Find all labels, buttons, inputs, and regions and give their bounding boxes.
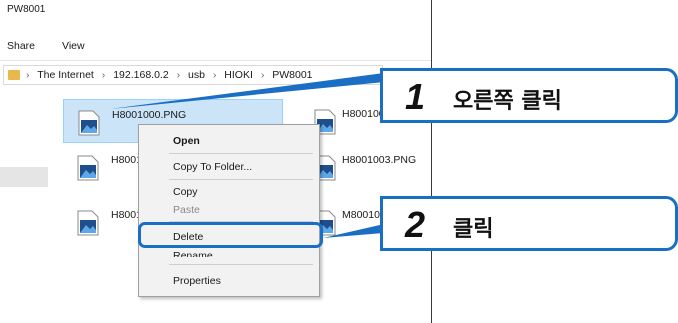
step-number: 1	[405, 76, 426, 117]
callout-step-2: 2 클릭	[380, 196, 678, 251]
callout-2-pointer	[323, 224, 384, 238]
step-label: 오른쪽 클릭	[453, 89, 562, 114]
callout-pointers	[110, 73, 384, 238]
step-number: 2	[405, 204, 426, 245]
callout-1-pointer	[110, 73, 384, 109]
callout-step-1: 1 오른쪽 클릭	[380, 68, 678, 123]
step-label: 클릭	[453, 217, 494, 242]
